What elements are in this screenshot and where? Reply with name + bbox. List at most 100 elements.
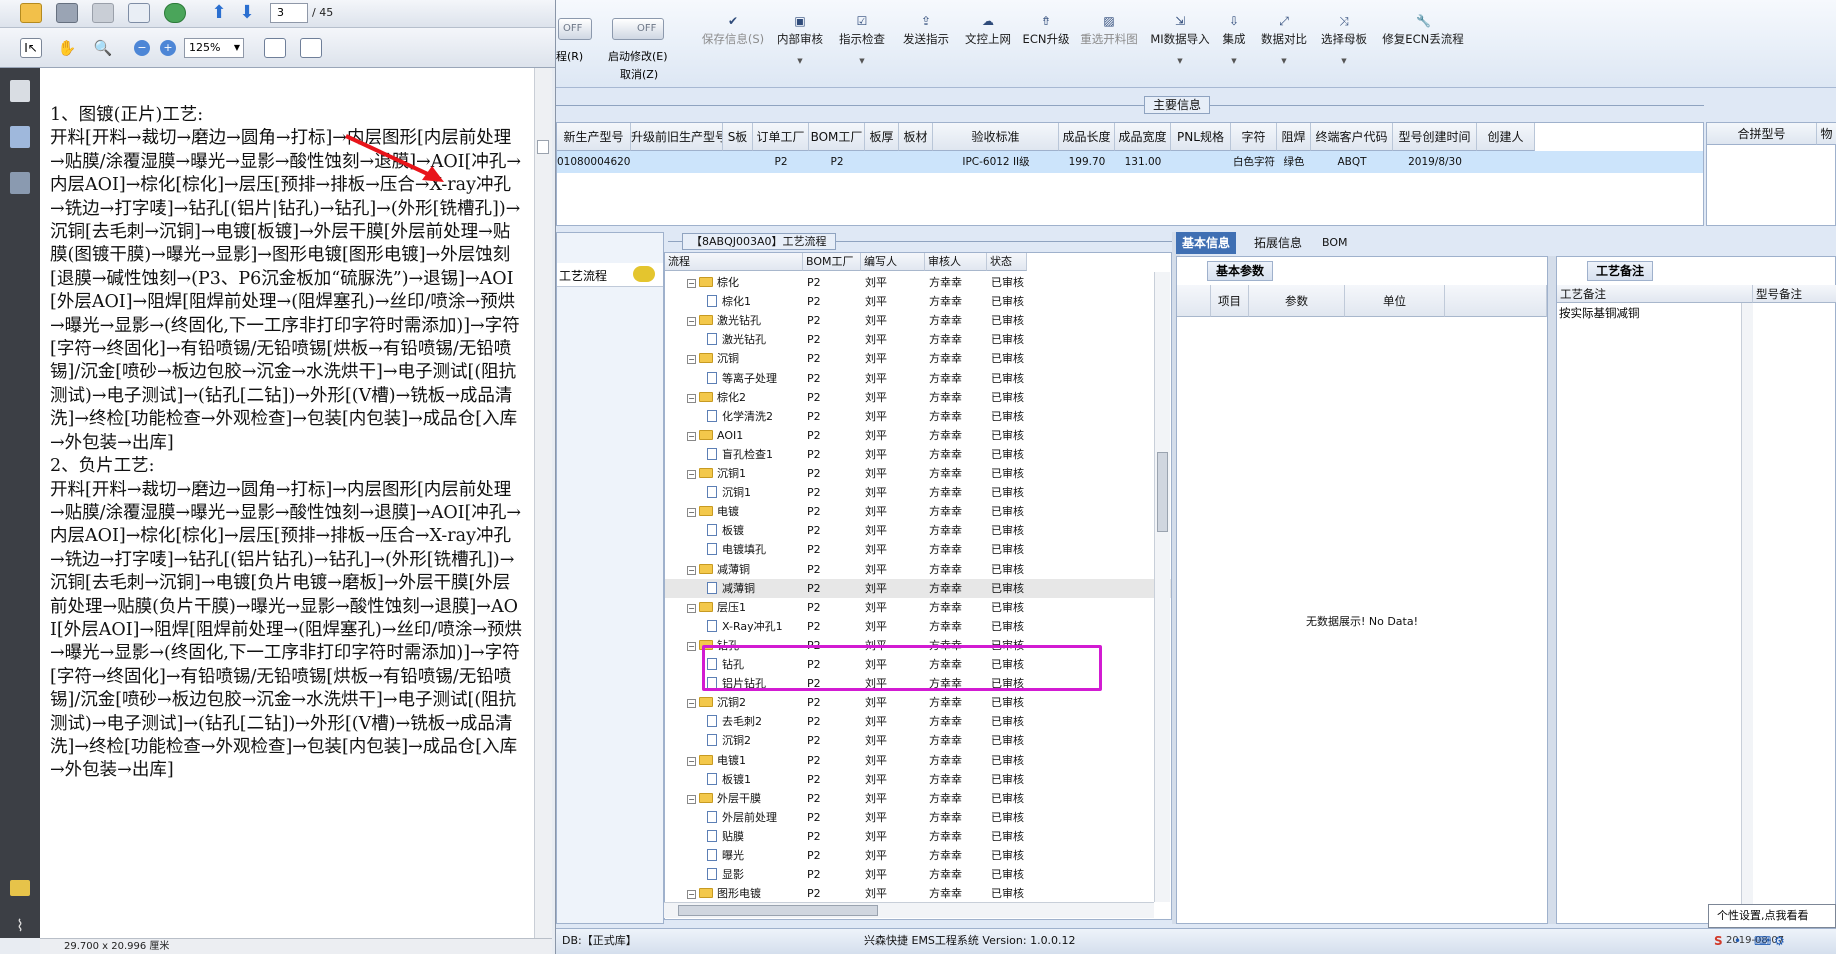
zoom-out-icon[interactable]: − [134, 40, 150, 56]
tree-cell-factory[interactable]: P2 [807, 884, 861, 903]
main-info-cell[interactable]: P2 [753, 151, 809, 173]
tree-cell-writer[interactable]: 刘平 [865, 540, 925, 559]
tree-cell-status[interactable]: 已审核 [991, 426, 1027, 445]
tree-cell-reviewer[interactable]: 方幸幸 [929, 502, 987, 521]
tree-cell-reviewer[interactable]: 方幸幸 [929, 884, 987, 903]
main-info-row[interactable]: 010800046208 P2 P2 IPC-6012 II级 199.70 131.00… [557, 151, 1703, 173]
tree-cell-factory[interactable]: P2 [807, 311, 861, 330]
tree-cell-name[interactable]: 沉铜2 [707, 731, 803, 750]
save-icon[interactable] [92, 3, 114, 23]
tree-row[interactable]: 盲孔检查1 P2 刘平 方幸幸 已审核 [665, 445, 1171, 464]
page-number-input[interactable]: 3 [270, 3, 308, 23]
reselect-cutting-button[interactable]: ▨ 重选开料图 [1074, 14, 1144, 47]
tree-cell-writer[interactable]: 刘平 [865, 617, 925, 636]
tree-row[interactable]: 曝光 P2 刘平 方幸幸 已审核 [665, 846, 1171, 865]
tree-cell-status[interactable]: 已审核 [991, 540, 1027, 559]
tree-row[interactable]: − 减薄铜 P2 刘平 方幸幸 已审核 [665, 560, 1171, 579]
tree-row[interactable]: 激光钻孔 P2 刘平 方幸幸 已审核 [665, 330, 1171, 349]
input-method-icon[interactable]: S [1714, 934, 1723, 948]
tree-cell-factory[interactable]: P2 [807, 846, 861, 865]
doc-control-online-button[interactable]: ☁ 文控上网 [958, 14, 1018, 47]
attachment-icon[interactable]: ⌇ [10, 916, 30, 938]
tree-cell-writer[interactable]: 刘平 [865, 273, 925, 292]
tree-cell-status[interactable]: 已审核 [991, 598, 1027, 617]
collapse-icon[interactable]: − [687, 890, 696, 900]
tree-cell-reviewer[interactable]: 方幸幸 [929, 273, 987, 292]
tree-cell-writer[interactable]: 刘平 [865, 751, 925, 770]
tree-cell-name[interactable]: − 沉铜2 [687, 693, 803, 712]
tree-cell-name[interactable]: − 棕化 [687, 273, 803, 292]
tree-cell-reviewer[interactable]: 方幸幸 [929, 865, 987, 884]
tree-row[interactable]: − 外层干膜 P2 刘平 方幸幸 已审核 [665, 789, 1171, 808]
tree-row[interactable]: 减薄铜 P2 刘平 方幸幸 已审核 [665, 578, 1171, 598]
tree-cell-reviewer[interactable]: 方幸幸 [929, 330, 987, 349]
main-info-col-header[interactable]: 终端客户代码 [1311, 123, 1393, 151]
tree-cell-status[interactable]: 已审核 [991, 292, 1027, 311]
tree-row[interactable]: 板镀1 P2 刘平 方幸幸 已审核 [665, 770, 1171, 789]
collapse-icon[interactable]: − [687, 603, 696, 613]
tree-cell-factory[interactable]: P2 [807, 560, 861, 579]
tree-row[interactable]: 等离子处理 P2 刘平 方幸幸 已审核 [665, 369, 1171, 388]
previous-page-icon[interactable]: ⬆ [208, 3, 230, 23]
tree-cell-name[interactable]: 盲孔检查1 [707, 445, 803, 464]
tree-cell-name[interactable]: − 棕化2 [687, 388, 803, 407]
tree-cell-writer[interactable]: 刘平 [865, 865, 925, 884]
tree-cell-reviewer[interactable]: 方幸幸 [929, 521, 987, 540]
tree-cell-status[interactable]: 已审核 [991, 827, 1027, 846]
tree-cell-status[interactable]: 已审核 [991, 388, 1027, 407]
tree-row[interactable]: − 棕化2 P2 刘平 方幸幸 已审核 [665, 388, 1171, 407]
collapse-icon[interactable]: − [687, 794, 696, 804]
tree-cell-writer[interactable]: 刘平 [865, 349, 925, 368]
tree-cell-writer[interactable]: 刘平 [865, 846, 925, 865]
tree-cell-reviewer[interactable]: 方幸幸 [929, 388, 987, 407]
tree-cell-reviewer[interactable]: 方幸幸 [929, 751, 987, 770]
tree-cell-status[interactable]: 已审核 [991, 464, 1027, 483]
page-thumbnails-icon[interactable] [10, 80, 30, 102]
tree-cell-factory[interactable]: P2 [807, 617, 861, 636]
tree-cell-factory[interactable]: P2 [807, 579, 861, 598]
toggle-left[interactable]: OFF [558, 18, 592, 40]
vertical-splitter[interactable] [1548, 256, 1556, 924]
main-info-cell[interactable]: 绿色 [1277, 151, 1311, 173]
tree-cell-writer[interactable]: 刘平 [865, 292, 925, 311]
tree-row[interactable]: 棕化1 P2 刘平 方幸幸 已审核 [665, 292, 1171, 311]
tree-cell-name[interactable]: 棕化1 [707, 292, 803, 311]
tree-cell-reviewer[interactable]: 方幸幸 [929, 789, 987, 808]
main-info-col-header[interactable]: 字符 [1231, 123, 1277, 151]
merge-model-grid[interactable]: 合拼型号 物 [1706, 122, 1836, 226]
tree-cell-name[interactable]: 去毛刺2 [707, 712, 803, 731]
select-motherboard-button[interactable]: ⤨ 选择母板 ▼ [1314, 14, 1374, 65]
main-info-cell[interactable] [1477, 151, 1535, 173]
tree-cell-factory[interactable]: P2 [807, 349, 861, 368]
tree-cell-factory[interactable]: P2 [807, 770, 861, 789]
tree-cell-name[interactable]: 等离子处理 [707, 369, 803, 388]
tree-cell-reviewer[interactable]: 方幸幸 [929, 598, 987, 617]
bookmarks-icon[interactable] [10, 126, 30, 148]
tree-cell-name[interactable]: − 激光钻孔 [687, 311, 803, 330]
remark-scrollbar[interactable] [1741, 303, 1753, 923]
tree-cell-reviewer[interactable]: 方幸幸 [929, 693, 987, 712]
basic-params-subtab[interactable]: 基本参数 [1207, 261, 1274, 281]
tree-cell-factory[interactable]: P2 [807, 369, 861, 388]
tab-bom[interactable]: BOM [1316, 232, 1354, 254]
tree-cell-writer[interactable]: 刘平 [865, 598, 925, 617]
tree-cell-writer[interactable]: 刘平 [865, 445, 925, 464]
tray-icon[interactable]: • [1734, 934, 1741, 948]
collapse-icon[interactable]: − [687, 279, 696, 288]
tree-cell-writer[interactable]: 刘平 [865, 311, 925, 330]
tree-cell-status[interactable]: 已审核 [991, 407, 1027, 426]
tree-cell-name[interactable]: − 层压1 [687, 598, 803, 617]
tree-cell-reviewer[interactable]: 方幸幸 [929, 808, 987, 827]
email-icon[interactable] [128, 3, 150, 23]
tree-cell-reviewer[interactable]: 方幸幸 [929, 292, 987, 311]
tree-cell-status[interactable]: 已审核 [991, 445, 1027, 464]
zoom-tool-icon[interactable]: 🔍 [92, 38, 114, 58]
process-panel-item[interactable]: 工艺流程 [557, 263, 663, 287]
tree-cell-status[interactable]: 已审核 [991, 884, 1027, 903]
tree-hscroll-thumb[interactable] [678, 905, 878, 916]
tree-cell-factory[interactable]: P2 [807, 865, 861, 884]
tree-cell-factory[interactable]: P2 [807, 483, 861, 502]
tree-cell-writer[interactable]: 刘平 [865, 388, 925, 407]
tree-cell-factory[interactable]: P2 [807, 540, 861, 559]
main-info-grid[interactable]: 新生产型号 升级前旧生产型号 S板 订单工厂 BOM工厂 板厚 板材 验收标准 成品长度 成品宽度… [556, 122, 1704, 226]
